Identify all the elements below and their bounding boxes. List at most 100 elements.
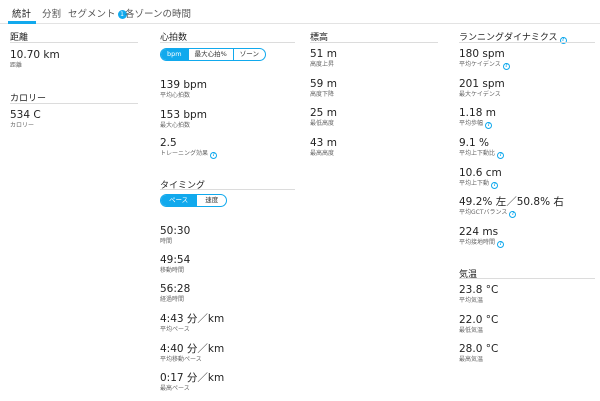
heart-rate-unit-toggle: bpm 最大心拍% ゾーン	[160, 48, 266, 61]
help-icon[interactable]: ?	[485, 122, 493, 129]
metric-moving-time: 49:54 移動時間	[160, 254, 190, 275]
metric-elevation-gain: 51 m 高度上昇	[310, 48, 337, 69]
toggle-max-hr-percent[interactable]: 最大心拍%	[189, 49, 234, 60]
metric-label: 移動時間	[160, 267, 185, 274]
help-icon[interactable]: ?	[509, 211, 517, 218]
help-icon[interactable]: ?	[491, 182, 499, 189]
metric-avg-pace: 4:43 分／km 平均ペース	[160, 313, 224, 334]
metric-label: 平均移動ペース	[160, 356, 202, 363]
metric-label: 高度上昇	[310, 61, 335, 68]
metric-label: 最高ペース	[160, 385, 190, 392]
divider	[160, 189, 295, 190]
tab-segments-label: セグメント	[68, 9, 116, 20]
metric-label: 最高気温	[459, 356, 484, 363]
toggle-pace[interactable]: ペース	[161, 195, 198, 206]
timing-unit-toggle: ペース 速度	[160, 194, 228, 207]
metric-label: 平均GCTバランス	[459, 209, 508, 216]
metric-label: 平均気温	[459, 297, 484, 304]
metric-avg-temperature: 23.8 °C 平均気温	[459, 284, 498, 305]
help-icon[interactable]: ?	[210, 152, 218, 159]
metric-value: 49:54	[160, 254, 191, 266]
metric-value: 2.5	[160, 137, 177, 149]
metric-avg-vertical-ratio: 9.1 % 平均上下動比?	[459, 137, 505, 159]
metric-label: 最大ケイデンス	[459, 91, 501, 98]
metric-avg-moving-pace: 4:40 分／km 平均移動ペース	[160, 343, 224, 364]
metric-label-row: 平均上下動比?	[459, 150, 505, 159]
metric-label: 平均ケイデンス	[459, 61, 501, 68]
metric-avg-cadence: 180 spm 平均ケイデンス?	[459, 48, 510, 70]
tab-time-in-zones[interactable]: 各ゾーンの時間	[125, 6, 191, 20]
metric-label: 平均上下動比	[459, 150, 496, 157]
metric-max-temperature: 28.0 °C 最高気温	[459, 343, 498, 364]
metric-label: 平均ペース	[160, 326, 190, 333]
metric-best-pace: 0:17 分／km 最高ペース	[160, 372, 224, 393]
metric-label: 高度下降	[310, 91, 335, 98]
divider	[10, 103, 138, 104]
metric-value: 56:28	[160, 283, 191, 295]
metric-training-effect: 2.5 トレーニング効果?	[160, 137, 218, 159]
metric-value: 43 m	[310, 137, 337, 149]
metric-elevation-loss: 59 m 高度下降	[310, 78, 337, 99]
metric-avg-gct-balance: 49.2% 左／50.8% 右 平均GCTバランス?	[459, 196, 564, 218]
metric-calories: 534 C カロリー	[10, 109, 41, 130]
metric-value: 139 bpm	[160, 79, 207, 91]
metric-value: 22.0 °C	[459, 314, 499, 326]
metric-label: 平均心拍数	[160, 92, 191, 99]
metric-label: 距離	[10, 62, 23, 69]
metric-label: トレーニング効果	[160, 150, 209, 157]
metric-value: 4:40 分／km	[160, 343, 225, 355]
divider	[10, 42, 138, 43]
metric-value: 224 ms	[459, 226, 499, 238]
metric-max-elevation: 43 m 最高高度	[310, 137, 337, 158]
metric-label: 平均上下動	[459, 180, 490, 187]
metric-value: 28.0 °C	[459, 343, 499, 355]
metric-label: 最大心拍数	[160, 122, 191, 129]
metric-label: 最低気温	[459, 327, 484, 334]
help-icon[interactable]: ?	[497, 241, 505, 248]
metric-min-temperature: 22.0 °C 最低気温	[459, 314, 498, 335]
metric-value: 9.1 %	[459, 137, 490, 149]
help-icon[interactable]: ?	[497, 152, 505, 159]
metric-label: 平均歩幅	[459, 120, 484, 127]
metric-value: 180 spm	[459, 48, 505, 60]
metric-value: 59 m	[310, 78, 337, 90]
metric-value: 23.8 °C	[459, 284, 499, 296]
metric-label-row: 平均GCTバランス?	[459, 209, 564, 218]
metric-label: 平均接地時間	[459, 239, 496, 246]
metric-avg-vertical-oscillation: 10.6 cm 平均上下動?	[459, 167, 502, 189]
divider	[459, 278, 595, 279]
divider	[459, 42, 595, 43]
help-icon[interactable]: ?	[502, 63, 510, 70]
metric-avg-hr: 139 bpm 平均心拍数	[160, 79, 207, 100]
metric-min-elevation: 25 m 最低高度	[310, 107, 337, 128]
metric-label-row: 平均歩幅?	[459, 120, 496, 129]
metric-value: 25 m	[310, 107, 337, 119]
metric-avg-ground-contact-time: 224 ms 平均接地時間?	[459, 226, 505, 248]
tab-bar: 統計 分割 セグメント 1 各ゾーンの時間	[0, 0, 600, 24]
divider	[160, 42, 295, 43]
tab-segments[interactable]: セグメント 1	[68, 6, 127, 20]
metric-time: 50:30 時間	[160, 225, 190, 246]
metric-value: 153 bpm	[160, 109, 207, 121]
metric-value: 51 m	[310, 48, 337, 60]
metric-label-row: 平均ケイデンス?	[459, 61, 510, 70]
metric-value: 50:30	[160, 225, 191, 237]
metric-value: 0:17 分／km	[160, 372, 225, 384]
metric-max-cadence: 201 spm 最大ケイデンス	[459, 78, 505, 99]
metric-label-row: 平均接地時間?	[459, 239, 505, 248]
metric-label: 最低高度	[310, 120, 335, 127]
metric-value: 49.2% 左／50.8% 右	[459, 196, 564, 208]
metric-elapsed-time: 56:28 経過時間	[160, 283, 190, 304]
toggle-bpm[interactable]: bpm	[161, 49, 189, 60]
divider	[310, 42, 438, 43]
toggle-speed[interactable]: 速度	[197, 195, 226, 206]
toggle-zones[interactable]: ゾーン	[234, 49, 265, 60]
tab-stats[interactable]: 統計	[12, 6, 31, 20]
tab-laps[interactable]: 分割	[42, 6, 61, 20]
metric-value: 10.70 km	[10, 49, 60, 61]
metric-label-row: 平均上下動?	[459, 180, 502, 189]
metric-label: 最高高度	[310, 150, 335, 157]
active-tab-indicator	[8, 21, 36, 24]
metric-value: 1.18 m	[459, 107, 496, 119]
metric-value: 201 spm	[459, 78, 505, 90]
